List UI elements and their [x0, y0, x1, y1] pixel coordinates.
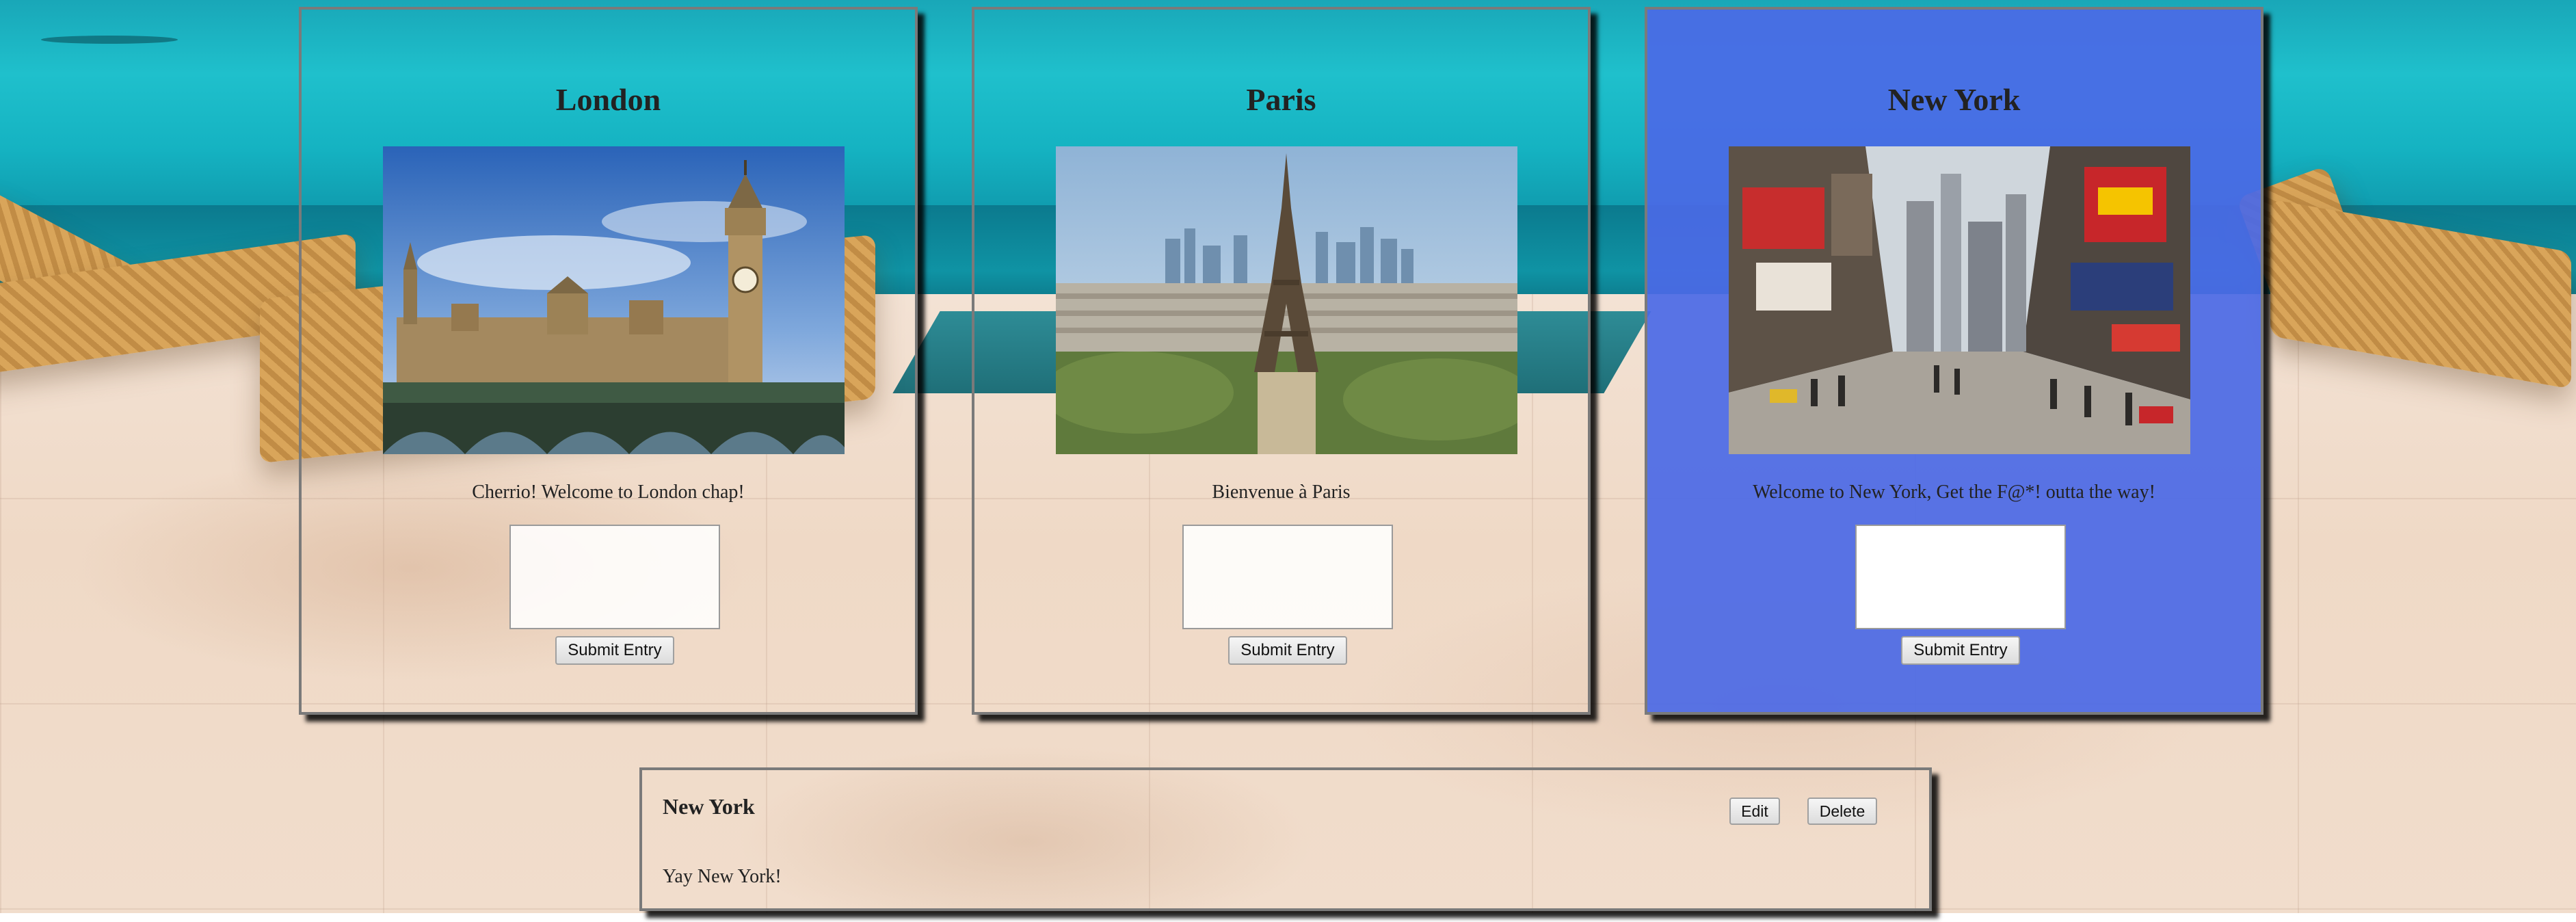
city-title: New York	[1887, 82, 2021, 117]
journal-entry-card: New York Edit Delete Yay New York!	[639, 767, 1932, 911]
city-panel-paris[interactable]: Paris Bienvenue à Paris Submit Entry	[972, 7, 1591, 715]
entry-city-title: New York	[663, 794, 755, 819]
newyork-street-photo	[1729, 146, 2190, 454]
city-title: London	[555, 82, 661, 117]
distant-island	[41, 36, 178, 44]
entry-textarea[interactable]	[509, 525, 720, 629]
city-greeting: Bienvenue à Paris	[1212, 482, 1351, 503]
paris-photo	[1056, 146, 1517, 454]
submit-entry-button[interactable]: Submit Entry	[1228, 636, 1347, 665]
city-title: Paris	[1246, 82, 1316, 117]
submit-entry-button[interactable]: Submit Entry	[1901, 636, 2020, 665]
delete-entry-button[interactable]: Delete	[1807, 798, 1877, 825]
london-photo	[383, 146, 845, 454]
entry-textarea[interactable]	[1855, 525, 2066, 629]
city-greeting: Cherrio! Welcome to London chap!	[472, 482, 745, 503]
london-landmark-photo	[383, 146, 845, 454]
paris-landmark-photo	[1056, 146, 1517, 454]
city-panel-london[interactable]: London Cherrio! Welcome to London chap! …	[299, 7, 918, 715]
city-panel-newyork[interactable]: New York Welcome to New York, Get the F@…	[1645, 7, 2263, 715]
entry-text: Yay New York!	[663, 866, 782, 887]
edit-entry-button[interactable]: Edit	[1729, 798, 1780, 825]
newyork-photo	[1729, 146, 2190, 454]
submit-entry-button[interactable]: Submit Entry	[555, 636, 674, 665]
city-greeting: Welcome to New York, Get the F@*! outta …	[1753, 482, 2155, 503]
entry-textarea[interactable]	[1182, 525, 1393, 629]
